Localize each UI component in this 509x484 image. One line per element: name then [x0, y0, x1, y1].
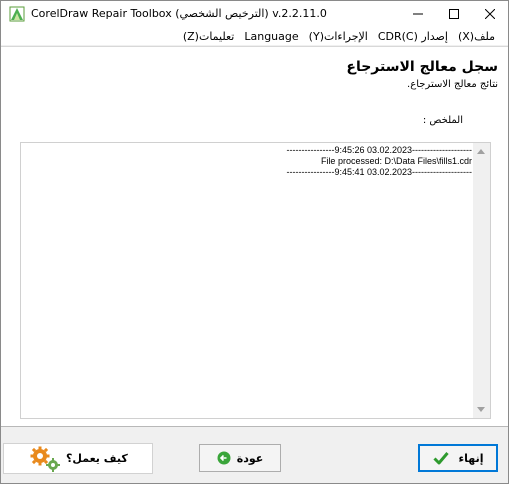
- log-line: ----------------9:45:41 03.02.2023------…: [286, 167, 472, 177]
- how-it-works-button[interactable]: كيف يعمل؟: [3, 443, 153, 474]
- menu-actions[interactable]: الإجراءات(Y): [304, 30, 373, 43]
- log-line: ----------------9:45:26 03.02.2023------…: [286, 145, 472, 155]
- log-textbox[interactable]: ----------------9:45:26 03.02.2023------…: [20, 142, 491, 419]
- maximize-icon: [449, 9, 459, 19]
- scroll-down-icon[interactable]: [477, 407, 485, 412]
- vertical-scrollbar[interactable]: [473, 143, 490, 418]
- title-bar[interactable]: CorelDraw Repair Toolbox (الترخيص الشخصي…: [1, 1, 508, 27]
- window-title: CorelDraw Repair Toolbox (الترخيص الشخصي…: [31, 7, 327, 20]
- log-line: File processed: D:\Data Files\fills1.cdr: [320, 156, 472, 166]
- menu-cdr-version[interactable]: إصدار CDR(C): [373, 30, 453, 43]
- gears-icon: [30, 446, 60, 472]
- minimize-icon: [413, 13, 423, 15]
- close-button[interactable]: [472, 1, 508, 27]
- menu-file[interactable]: ملف(X): [453, 30, 500, 43]
- menu-language[interactable]: Language: [239, 30, 303, 43]
- maximize-button[interactable]: [436, 1, 472, 27]
- wizard-content: الملخص : ----------------9:45:26 03.02.2…: [1, 104, 508, 426]
- close-icon: [485, 9, 495, 19]
- checkmark-icon: [432, 452, 449, 465]
- wizard-footer: كيف يعمل؟ عودة إنهاء: [1, 426, 508, 483]
- app-icon: [9, 6, 25, 22]
- menu-help[interactable]: تعليمات(Z): [178, 30, 240, 43]
- back-arrow-icon: [217, 451, 231, 465]
- scroll-up-icon[interactable]: [477, 149, 485, 154]
- menu-bar: ملف(X) إصدار CDR(C) الإجراءات(Y) Languag…: [1, 27, 508, 45]
- wizard-header: سجل معالج الاسترجاع نتائج معالج الاسترجا…: [1, 46, 508, 105]
- app-window: CorelDraw Repair Toolbox (الترخيص الشخصي…: [0, 0, 509, 484]
- finish-button[interactable]: إنهاء: [418, 444, 498, 472]
- back-label: عودة: [236, 451, 264, 465]
- finish-label: إنهاء: [458, 451, 484, 465]
- log-text-area: ----------------9:45:26 03.02.2023------…: [21, 143, 472, 418]
- page-title: سجل معالج الاسترجاع: [346, 59, 498, 75]
- summary-label: الملخص :: [422, 115, 463, 126]
- minimize-button[interactable]: [400, 1, 436, 27]
- page-subtitle: نتائج معالج الاسترجاع.: [407, 79, 498, 90]
- how-it-works-label: كيف يعمل؟: [66, 452, 128, 465]
- back-button[interactable]: عودة: [199, 444, 281, 472]
